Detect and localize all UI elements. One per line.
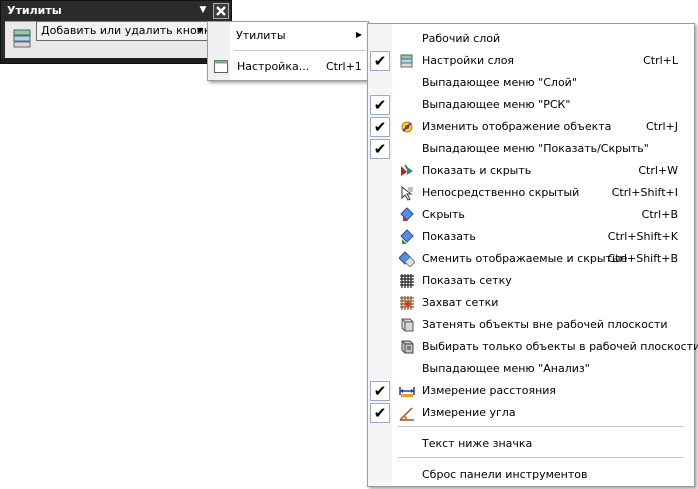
check-icon	[370, 205, 390, 225]
menu-item-shortcut: Ctrl+Shift+K	[607, 230, 678, 243]
menu-item-analysis-dropdown[interactable]: Выпадающее меню "Анализ"	[368, 358, 694, 380]
menu-item-label: Сброс панели инструментов	[422, 468, 588, 481]
menu-item-measure-angle[interactable]: ✔ Измерение угла	[368, 402, 694, 424]
submenu-item-settings-label: Настройка...	[237, 60, 310, 73]
menu-item-label: Измерение расстояния	[422, 384, 557, 397]
menu-item-label: Выбирать только объекты в рабочей плоско…	[422, 340, 698, 353]
menu-item-shortcut: Ctrl+Shift+B	[607, 252, 678, 265]
check-icon: ✔	[370, 403, 390, 423]
menu-item-shortcut: Ctrl+L	[643, 54, 678, 67]
grid-snap-icon	[400, 296, 414, 310]
menu-item-label: Показать	[422, 230, 476, 243]
menu-item-select-only-workplane[interactable]: Выбирать только объекты в рабочей плоско…	[368, 336, 698, 358]
close-icon[interactable]	[213, 3, 229, 19]
menu-item-label: Скрыть	[422, 208, 465, 221]
check-icon	[370, 29, 390, 49]
check-icon	[370, 359, 390, 379]
menu-item-layer-settings[interactable]: ✔ Настройки слоя Ctrl+L	[368, 50, 694, 72]
menu-item-label: Сменить отображаемые и скрытые	[422, 252, 628, 265]
menu-item-label: Захват сетки	[422, 296, 499, 309]
layer-settings-icon	[400, 54, 413, 68]
check-icon	[370, 227, 390, 247]
toolbar-bottom-edge	[1, 58, 231, 63]
show-icon	[400, 229, 414, 244]
menu-item-label: Непосредственно скрытый	[422, 186, 580, 199]
menu-item-show[interactable]: Показать Ctrl+Shift+K	[368, 226, 694, 248]
measure-distance-icon	[399, 387, 415, 397]
menu-item-object-display[interactable]: ✔ Изменить отображение объекта Ctrl+J	[368, 116, 694, 138]
check-icon	[370, 73, 390, 93]
menu-item-label: Настройки слоя	[422, 54, 515, 67]
check-icon: ✔	[370, 117, 390, 137]
menu-item-working-layer[interactable]: Рабочий слой	[368, 28, 694, 50]
menu-item-label: Текст ниже значка	[422, 437, 533, 450]
check-icon	[370, 293, 390, 313]
menu-item-ucs-dropdown[interactable]: ✔ Выпадающее меню "РСК"	[368, 94, 694, 116]
check-icon	[370, 249, 390, 269]
menu-item-hide[interactable]: Скрыть Ctrl+B	[368, 204, 694, 226]
check-icon	[370, 161, 390, 181]
menu-item-label: Показать и скрыть	[422, 164, 532, 177]
menu-separator	[398, 457, 684, 458]
measure-angle-icon	[399, 407, 414, 421]
menu-item-grid-snap[interactable]: Захват сетки	[368, 292, 694, 314]
swap-visible-icon	[399, 251, 415, 267]
submenu-separator	[234, 50, 366, 51]
check-icon: ✔	[370, 51, 390, 71]
settings-window-icon	[214, 60, 228, 73]
menu-item-show-grid[interactable]: Показать сетку	[368, 270, 694, 292]
select-workplane-icon	[401, 340, 414, 354]
menu-item-directly-hidden[interactable]: Непосредственно скрытый Ctrl+Shift+I	[368, 182, 694, 204]
menu-item-shortcut: Ctrl+B	[641, 208, 678, 221]
check-icon	[370, 271, 390, 291]
shade-objects-icon	[401, 318, 414, 332]
check-icon: ✔	[370, 95, 390, 115]
submenu-item-utilities[interactable]: Утилиты ▶	[236, 29, 366, 42]
check-icon	[370, 315, 390, 335]
menu-item-label: Выпадающее меню "Слой"	[422, 76, 577, 89]
menu-item-shortcut: Ctrl+W	[638, 164, 678, 177]
menu-item-label: Затенять объекты вне рабочей плоскости	[422, 318, 668, 331]
menu-item-label: Изменить отображение объекта	[422, 120, 612, 133]
add-remove-buttons-label: Добавить или удалить кнопки	[41, 24, 218, 37]
menu-item-label: Измерение угла	[422, 406, 516, 419]
hide-icon	[400, 207, 414, 221]
menu-item-show-hide-dropdown[interactable]: ✔ Выпадающее меню "Показать/Скрыть"	[368, 138, 694, 160]
menu-item-shortcut: Ctrl+Shift+I	[611, 186, 678, 199]
menu-item-shortcut: Ctrl+J	[645, 120, 678, 133]
menu-item-label: Рабочий слой	[422, 32, 501, 45]
chevron-down-icon: ▼	[196, 26, 203, 35]
chevron-right-icon: ▶	[355, 30, 362, 39]
menu-item-label: Выпадающее меню "Показать/Скрыть"	[422, 142, 649, 155]
menu-item-reset-toolbar[interactable]: Сброс панели инструментов	[368, 464, 694, 486]
submenu-item-settings-shortcut: Ctrl+1	[326, 60, 362, 73]
menu-item-label: Выпадающее меню "Анализ"	[422, 362, 590, 375]
check-icon: ✔	[370, 381, 390, 401]
menu-item-swap-visible-hidden[interactable]: Сменить отображаемые и скрытые Ctrl+Shif…	[368, 248, 694, 270]
layer-stack-icon[interactable]	[11, 28, 35, 50]
menu-item-show-and-hide[interactable]: Показать и скрыть Ctrl+W	[368, 160, 694, 182]
show-hide-icon	[401, 164, 413, 176]
add-remove-submenu: Утилиты ▶ Настройка... Ctrl+1	[207, 21, 369, 81]
check-icon: ✔	[370, 139, 390, 159]
menu-item-layer-dropdown[interactable]: Выпадающее меню "Слой"	[368, 72, 694, 94]
menu-item-text-below-icon[interactable]: Текст ниже значка	[368, 433, 694, 455]
hide-direct-icon	[401, 185, 413, 201]
grid-icon	[400, 274, 414, 288]
utilities-dropdown-menu: Рабочий слой ✔ Настройки слоя Ctrl+L Вып…	[367, 23, 698, 487]
menu-item-label: Выпадающее меню "РСК"	[422, 98, 571, 111]
menu-item-shade-outside-workplane[interactable]: Затенять объекты вне рабочей плоскости	[368, 314, 694, 336]
check-icon	[370, 337, 390, 357]
menu-item-label: Показать сетку	[422, 274, 512, 287]
toolbar-title: Утилиты	[7, 4, 62, 17]
menu-item-measure-distance[interactable]: ✔ Измерение расстояния	[368, 380, 694, 402]
submenu-item-utilities-label: Утилиты	[236, 29, 286, 42]
menu-separator	[398, 426, 684, 427]
check-icon	[370, 183, 390, 203]
object-display-icon	[401, 121, 413, 133]
toolbar-options-arrow-icon[interactable]: ▼	[197, 4, 209, 16]
submenu-item-settings[interactable]: Настройка... Ctrl+1	[212, 59, 364, 77]
add-remove-buttons-button[interactable]: Добавить или удалить кнопки ▼	[36, 21, 218, 41]
